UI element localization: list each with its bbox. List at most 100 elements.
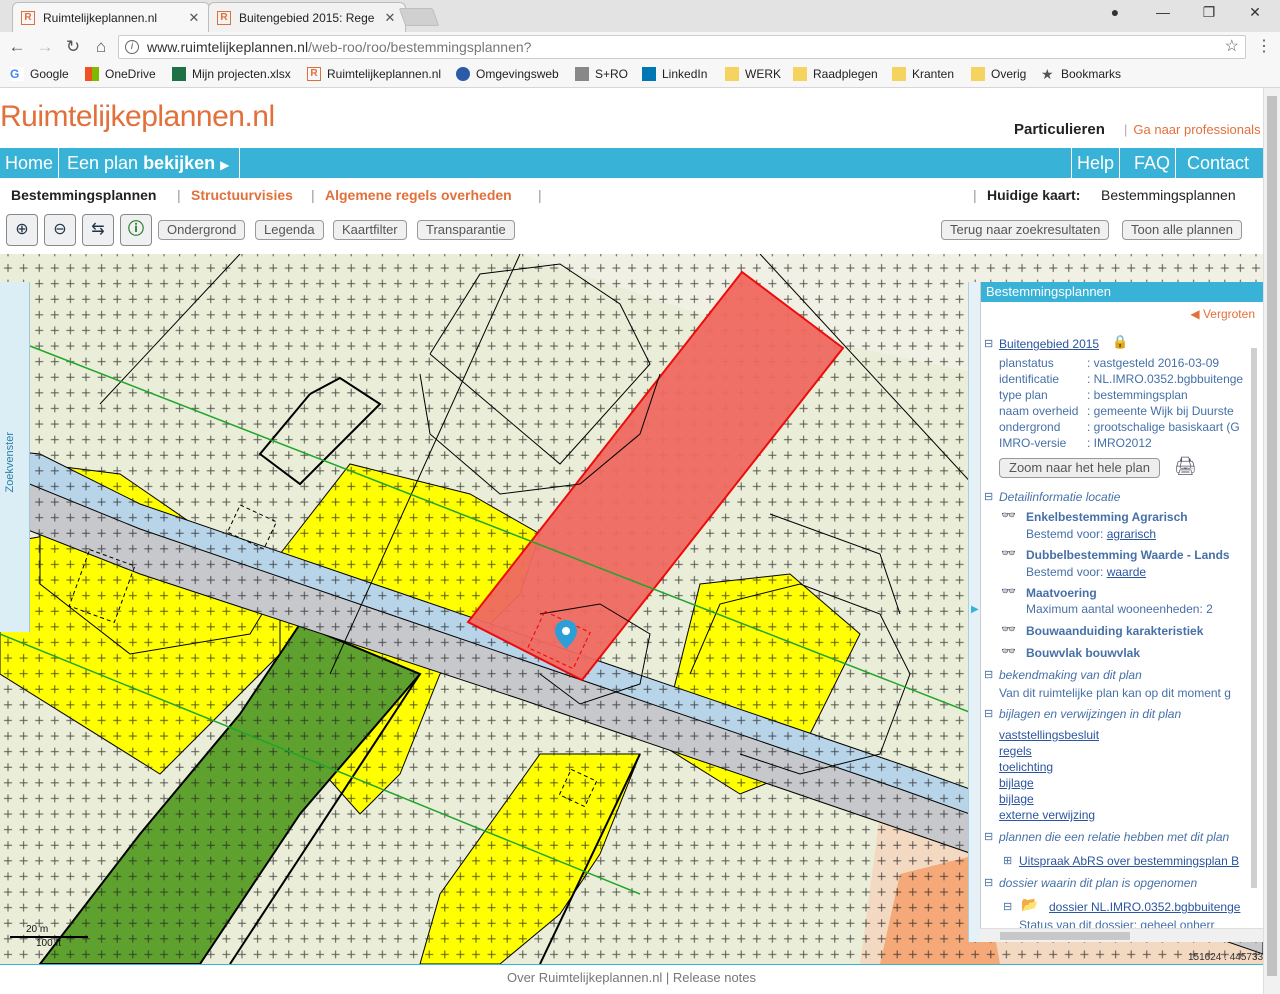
pan-icon[interactable]: ⇆: [82, 214, 114, 246]
panel-vertical-scrollbar[interactable]: [1248, 344, 1260, 924]
microsoft-icon: [85, 67, 99, 81]
site-logo[interactable]: Ruimtelijkeplannen.nl: [0, 100, 275, 134]
url-host: www.ruimtelijkeplannen.nl: [147, 39, 309, 55]
site-favicon-icon: R: [21, 10, 35, 25]
nav-home[interactable]: Home: [0, 148, 60, 178]
transparantie-button[interactable]: Transparantie: [417, 220, 515, 240]
nav-faq[interactable]: FAQ: [1129, 148, 1177, 178]
home-icon[interactable]: ⌂: [90, 36, 112, 58]
restore-icon[interactable]: ❐: [1186, 4, 1232, 21]
tab-ruimtelijkeplannen[interactable]: R Ruimtelijkeplannen.nl ✕: [12, 2, 210, 32]
bookmark-werk[interactable]: WERK: [725, 67, 781, 81]
panel-collapse-handle[interactable]: ▶: [968, 282, 980, 942]
dubbelbestemming-link[interactable]: Dubbelbestemming Waarde - Lands: [1026, 548, 1230, 562]
bookmark-sro[interactable]: S+RO: [575, 67, 628, 81]
zoom-in-icon[interactable]: ⊕: [6, 214, 38, 246]
info-tool-icon[interactable]: ⓘ: [120, 214, 152, 246]
kaartfilter-button[interactable]: Kaartfilter: [333, 220, 407, 240]
address-bar[interactable]: i www.ruimtelijkeplannen.nl/web-roo/roo/…: [118, 35, 1246, 59]
ondergrond-button[interactable]: Ondergrond: [158, 220, 246, 240]
bookmark-overig[interactable]: Overig: [971, 67, 1026, 81]
particulieren-label: Particulieren: [1014, 121, 1105, 138]
scrollbar-thumb[interactable]: [1251, 348, 1257, 888]
nav-help[interactable]: Help: [1071, 148, 1121, 178]
close-window-icon[interactable]: ✕: [1232, 4, 1278, 21]
nav-contact[interactable]: Contact: [1182, 148, 1254, 178]
bookmark-ruimtelijkeplannen[interactable]: R Ruimtelijkeplannen.nl: [307, 67, 441, 81]
profile-icon[interactable]: ●: [1092, 4, 1138, 20]
prop-value: : gemeente Wijk bij Duurste: [1087, 404, 1234, 418]
collapse-toggle-icon[interactable]: ⊟: [984, 668, 993, 681]
collapse-toggle-icon[interactable]: ⊟: [1003, 900, 1012, 913]
bookmark-label: S+RO: [595, 67, 629, 81]
back-arrow-icon[interactable]: ←: [6, 36, 28, 58]
waarde-link[interactable]: waarde: [1107, 565, 1146, 579]
bouwvlak-link[interactable]: Bouwvlak bouwvlak: [1026, 646, 1140, 660]
collapse-toggle-icon[interactable]: ⊟: [984, 830, 993, 843]
nav-plan-bekijken[interactable]: Een plan bekijken ▶: [62, 148, 240, 178]
bookmark-label: WERK: [745, 67, 781, 81]
footer[interactable]: Over Ruimtelijkeplannen.nl | Release not…: [0, 964, 1263, 994]
browser-tabstrip: R Ruimtelijkeplannen.nl ✕ R Buitengebied…: [0, 0, 1280, 32]
plan-name-link[interactable]: Buitengebied 2015: [999, 337, 1099, 351]
excel-icon: [172, 67, 186, 81]
nav-plan-prefix: Een plan: [67, 153, 144, 173]
collapse-toggle-icon[interactable]: ⊟: [984, 707, 993, 720]
panel-horizontal-scrollbar[interactable]: [980, 928, 1263, 942]
bijlage-link[interactable]: vaststellingsbesluit: [999, 728, 1099, 742]
bouwaanduiding-link[interactable]: Bouwaanduiding karakteristiek: [1026, 624, 1203, 638]
bookmark-omgevingsweb[interactable]: Omgevingsweb: [456, 67, 559, 81]
minimize-icon[interactable]: —: [1140, 4, 1186, 20]
folder-icon: [725, 67, 739, 81]
legenda-button[interactable]: Legenda: [255, 220, 324, 240]
scrollbar-thumb[interactable]: [1267, 96, 1277, 976]
close-tab-icon[interactable]: ✕: [383, 10, 397, 26]
terug-zoekresultaten-button[interactable]: Terug naar zoekresultaten: [941, 220, 1110, 240]
printer-icon[interactable]: 🖨: [1174, 456, 1197, 477]
bijlage-link[interactable]: bijlage: [999, 792, 1034, 806]
bookmark-onedrive[interactable]: OneDrive: [85, 67, 156, 81]
info-icon[interactable]: i: [125, 40, 139, 54]
close-tab-icon[interactable]: ✕: [187, 10, 201, 26]
collapse-toggle-icon[interactable]: ⊟: [984, 337, 993, 350]
subnav-structuurvisies[interactable]: Structuurvisies: [191, 187, 293, 203]
agrarisch-link[interactable]: agrarisch: [1107, 527, 1156, 541]
dossier-link[interactable]: dossier NL.IMRO.0352.bgbbuitenge: [1049, 900, 1240, 914]
bijlage-link[interactable]: regels: [999, 744, 1032, 758]
zoekvenster-tab[interactable]: Zoekvenster: [0, 282, 30, 632]
bookmark-bookmarks[interactable]: ★ Bookmarks: [1041, 67, 1121, 81]
page-scrollbar[interactable]: [1263, 88, 1280, 994]
bookmark-linkedin[interactable]: LinkedIn: [642, 67, 707, 81]
reload-icon[interactable]: ↻: [62, 36, 84, 58]
bookmark-raadplegen[interactable]: Raadplegen: [793, 67, 878, 81]
bijlage-link[interactable]: externe verwijzing: [999, 808, 1095, 822]
scrollbar-thumb[interactable]: [1000, 932, 1130, 940]
bookmark-kranten[interactable]: Kranten: [892, 67, 954, 81]
subnav-algemene-regels[interactable]: Algemene regels overheden: [325, 187, 512, 203]
new-tab-button[interactable]: [398, 8, 440, 26]
toon-alle-plannen-button[interactable]: Toon alle plannen: [1122, 220, 1242, 240]
enkelbestemming-link[interactable]: Enkelbestemming Agrarisch: [1026, 510, 1188, 524]
subnav-bestemmingsplannen[interactable]: Bestemmingsplannen: [11, 187, 156, 203]
bookmark-star-icon[interactable]: ☆: [1225, 36, 1239, 58]
vergroten-link[interactable]: ◀ Vergroten: [1190, 307, 1255, 321]
chevron-right-icon: ▶: [220, 158, 230, 172]
bookmark-label: Google: [30, 67, 69, 81]
folder-icon: 📂: [1021, 896, 1039, 912]
bijlage-link[interactable]: toelichting: [999, 760, 1053, 774]
bookmark-mijn-projecten[interactable]: Mijn projecten.xlsx: [172, 67, 291, 81]
collapse-toggle-icon[interactable]: ⊟: [984, 490, 993, 503]
expand-toggle-icon[interactable]: ⊞: [1003, 854, 1012, 867]
professionals-link[interactable]: | Ga naar professionals: [1124, 122, 1261, 137]
tab-buitengebied[interactable]: R Buitengebied 2015: Rege ✕: [208, 2, 406, 32]
zoom-hele-plan-button[interactable]: Zoom naar het hele plan: [999, 458, 1160, 478]
maatvoering-link[interactable]: Maatvoering: [1026, 586, 1097, 600]
uitspraak-link[interactable]: Uitspraak AbRS over bestemmingsplan B: [1019, 854, 1239, 868]
zoom-out-icon[interactable]: ⊖: [44, 214, 76, 246]
site-favicon-icon: R: [307, 67, 321, 81]
bookmark-google[interactable]: G Google: [10, 67, 69, 81]
forward-arrow-icon[interactable]: →: [34, 36, 56, 58]
collapse-toggle-icon[interactable]: ⊟: [984, 876, 993, 889]
bijlage-link[interactable]: bijlage: [999, 776, 1034, 790]
menu-dots-icon[interactable]: ⋮: [1256, 36, 1272, 56]
